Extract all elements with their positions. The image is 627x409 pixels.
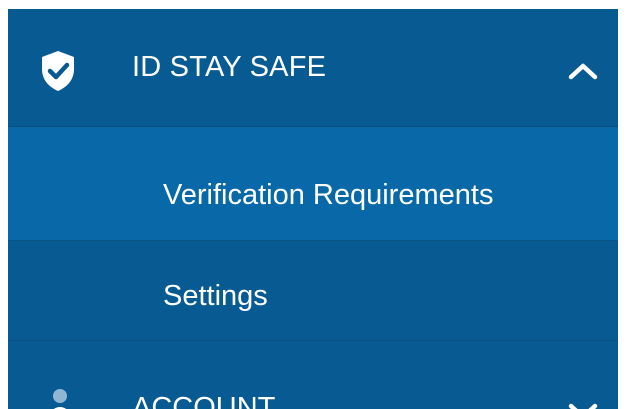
- menu-section-account[interactable]: ACCOUNT: [8, 341, 618, 409]
- menu-item-verification-requirements[interactable]: Verification Requirements: [8, 127, 618, 241]
- chevron-up-icon[interactable]: [568, 62, 598, 80]
- screenshot-frame: ID STAY SAFE Verification Requirements S…: [0, 0, 627, 409]
- sidebar-menu: ID STAY SAFE Verification Requirements S…: [8, 9, 618, 409]
- menu-item-settings[interactable]: Settings: [8, 241, 618, 341]
- person-icon: [53, 389, 67, 409]
- menu-section-id-stay-safe[interactable]: ID STAY SAFE: [8, 9, 618, 127]
- menu-section-label: ID STAY SAFE: [132, 51, 327, 83]
- menu-item-label: Settings: [163, 280, 268, 312]
- menu-section-label: ACCOUNT: [132, 392, 276, 409]
- shield-check-icon: [42, 51, 74, 91]
- chevron-down-icon[interactable]: [568, 402, 598, 409]
- menu-item-label: Verification Requirements: [163, 179, 494, 211]
